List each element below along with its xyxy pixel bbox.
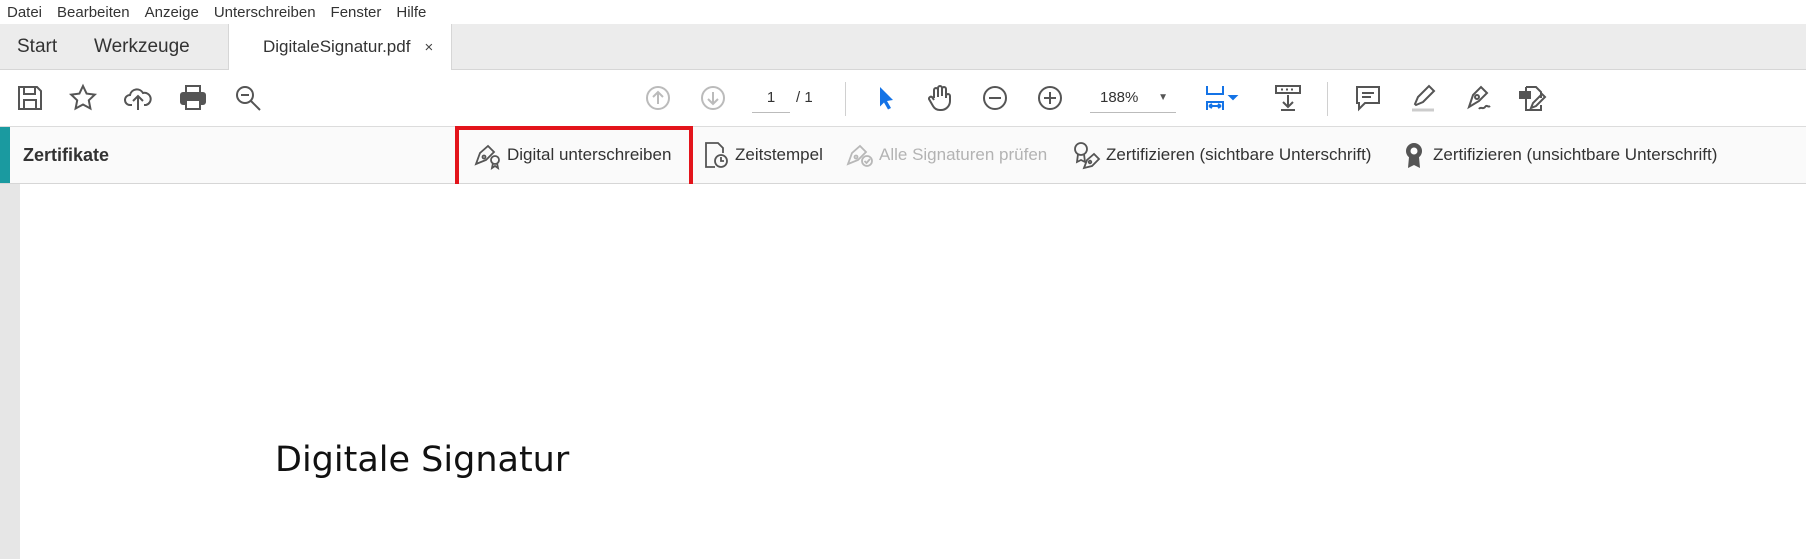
certify-invisible-label: Zertifizieren (unsichtbare Unterschrift) [1433,145,1718,164]
highlight-box [455,126,693,188]
certify-visible-icon [1074,142,1101,170]
fit-page-icon[interactable] [1198,80,1246,116]
comment-icon[interactable] [1350,80,1386,116]
tab-document-label: DigitaleSignatur.pdf [263,37,411,56]
certificates-toolbar: Zertifikate Digital unterschreiben Zeits… [0,127,1806,184]
edit-pdf-icon[interactable] [1514,80,1550,116]
sign-icon[interactable] [1460,80,1496,116]
print-icon[interactable] [175,80,211,116]
chevron-down-icon: ▼ [1158,92,1168,103]
main-toolbar: 1 / 1 188% ▼ [0,70,1806,127]
zoom-in-icon[interactable] [1032,80,1068,116]
menu-bearbeiten[interactable]: Bearbeiten [50,4,138,21]
menu-anzeige[interactable]: Anzeige [138,4,207,21]
toolbar-separator [1327,82,1328,116]
tab-start[interactable]: Start [17,24,57,69]
certbar-title: Zertifikate [23,145,110,165]
zoom-select[interactable]: 188% ▼ [1090,84,1176,113]
tab-werkzeuge[interactable]: Werkzeuge [94,24,190,69]
menu-hilfe[interactable]: Hilfe [389,4,434,21]
certify-visible-button[interactable]: Zertifizieren (sichtbare Unterschrift) [1072,127,1371,183]
toolbar-separator [845,82,846,116]
close-tab-icon[interactable]: × [424,39,433,56]
timestamp-icon [705,142,728,168]
certbar-accent [0,127,10,183]
timestamp-button[interactable]: Zeitstempel [701,127,823,183]
tab-document[interactable]: DigitaleSignatur.pdf × [228,24,452,70]
left-rail [0,184,20,559]
certify-invisible-button[interactable]: Zertifizieren (unsichtbare Unterschrift) [1399,127,1717,183]
zoom-out-icon[interactable] [977,80,1013,116]
certify-invisible-icon [1406,143,1422,168]
highlight-icon[interactable] [1405,80,1441,116]
bookmark-star-icon[interactable] [65,80,101,116]
select-cursor-icon[interactable] [868,80,904,116]
timestamp-label: Zeitstempel [735,145,823,164]
verify-signatures-icon [846,144,873,167]
search-zoom-icon[interactable] [230,80,266,116]
page-number-input[interactable]: 1 [752,84,790,113]
document-heading: Digitale Signatur [275,440,570,480]
verify-all-signatures-button[interactable]: Alle Signaturen prüfen [845,127,1047,183]
menu-datei[interactable]: Datei [0,4,50,21]
certify-visible-label: Zertifizieren (sichtbare Unterschrift) [1106,145,1372,164]
hand-icon[interactable] [922,80,958,116]
document-area[interactable] [0,184,1806,559]
menu-fenster[interactable]: Fenster [324,4,390,21]
save-icon[interactable] [12,80,48,116]
tab-bar: Start Werkzeuge DigitaleSignatur.pdf × [0,24,1806,70]
verify-all-signatures-label: Alle Signaturen prüfen [879,145,1048,164]
page-down-icon[interactable] [695,80,731,116]
zoom-value: 188% [1100,89,1139,106]
page-up-icon[interactable] [640,80,676,116]
page-total: / 1 [796,89,813,106]
menu-bar: Datei Bearbeiten Anzeige Unterschreiben … [0,0,1806,24]
scroll-mode-icon[interactable] [1270,80,1306,116]
menu-unterschreiben[interactable]: Unterschreiben [207,4,324,21]
upload-cloud-icon[interactable] [120,80,156,116]
